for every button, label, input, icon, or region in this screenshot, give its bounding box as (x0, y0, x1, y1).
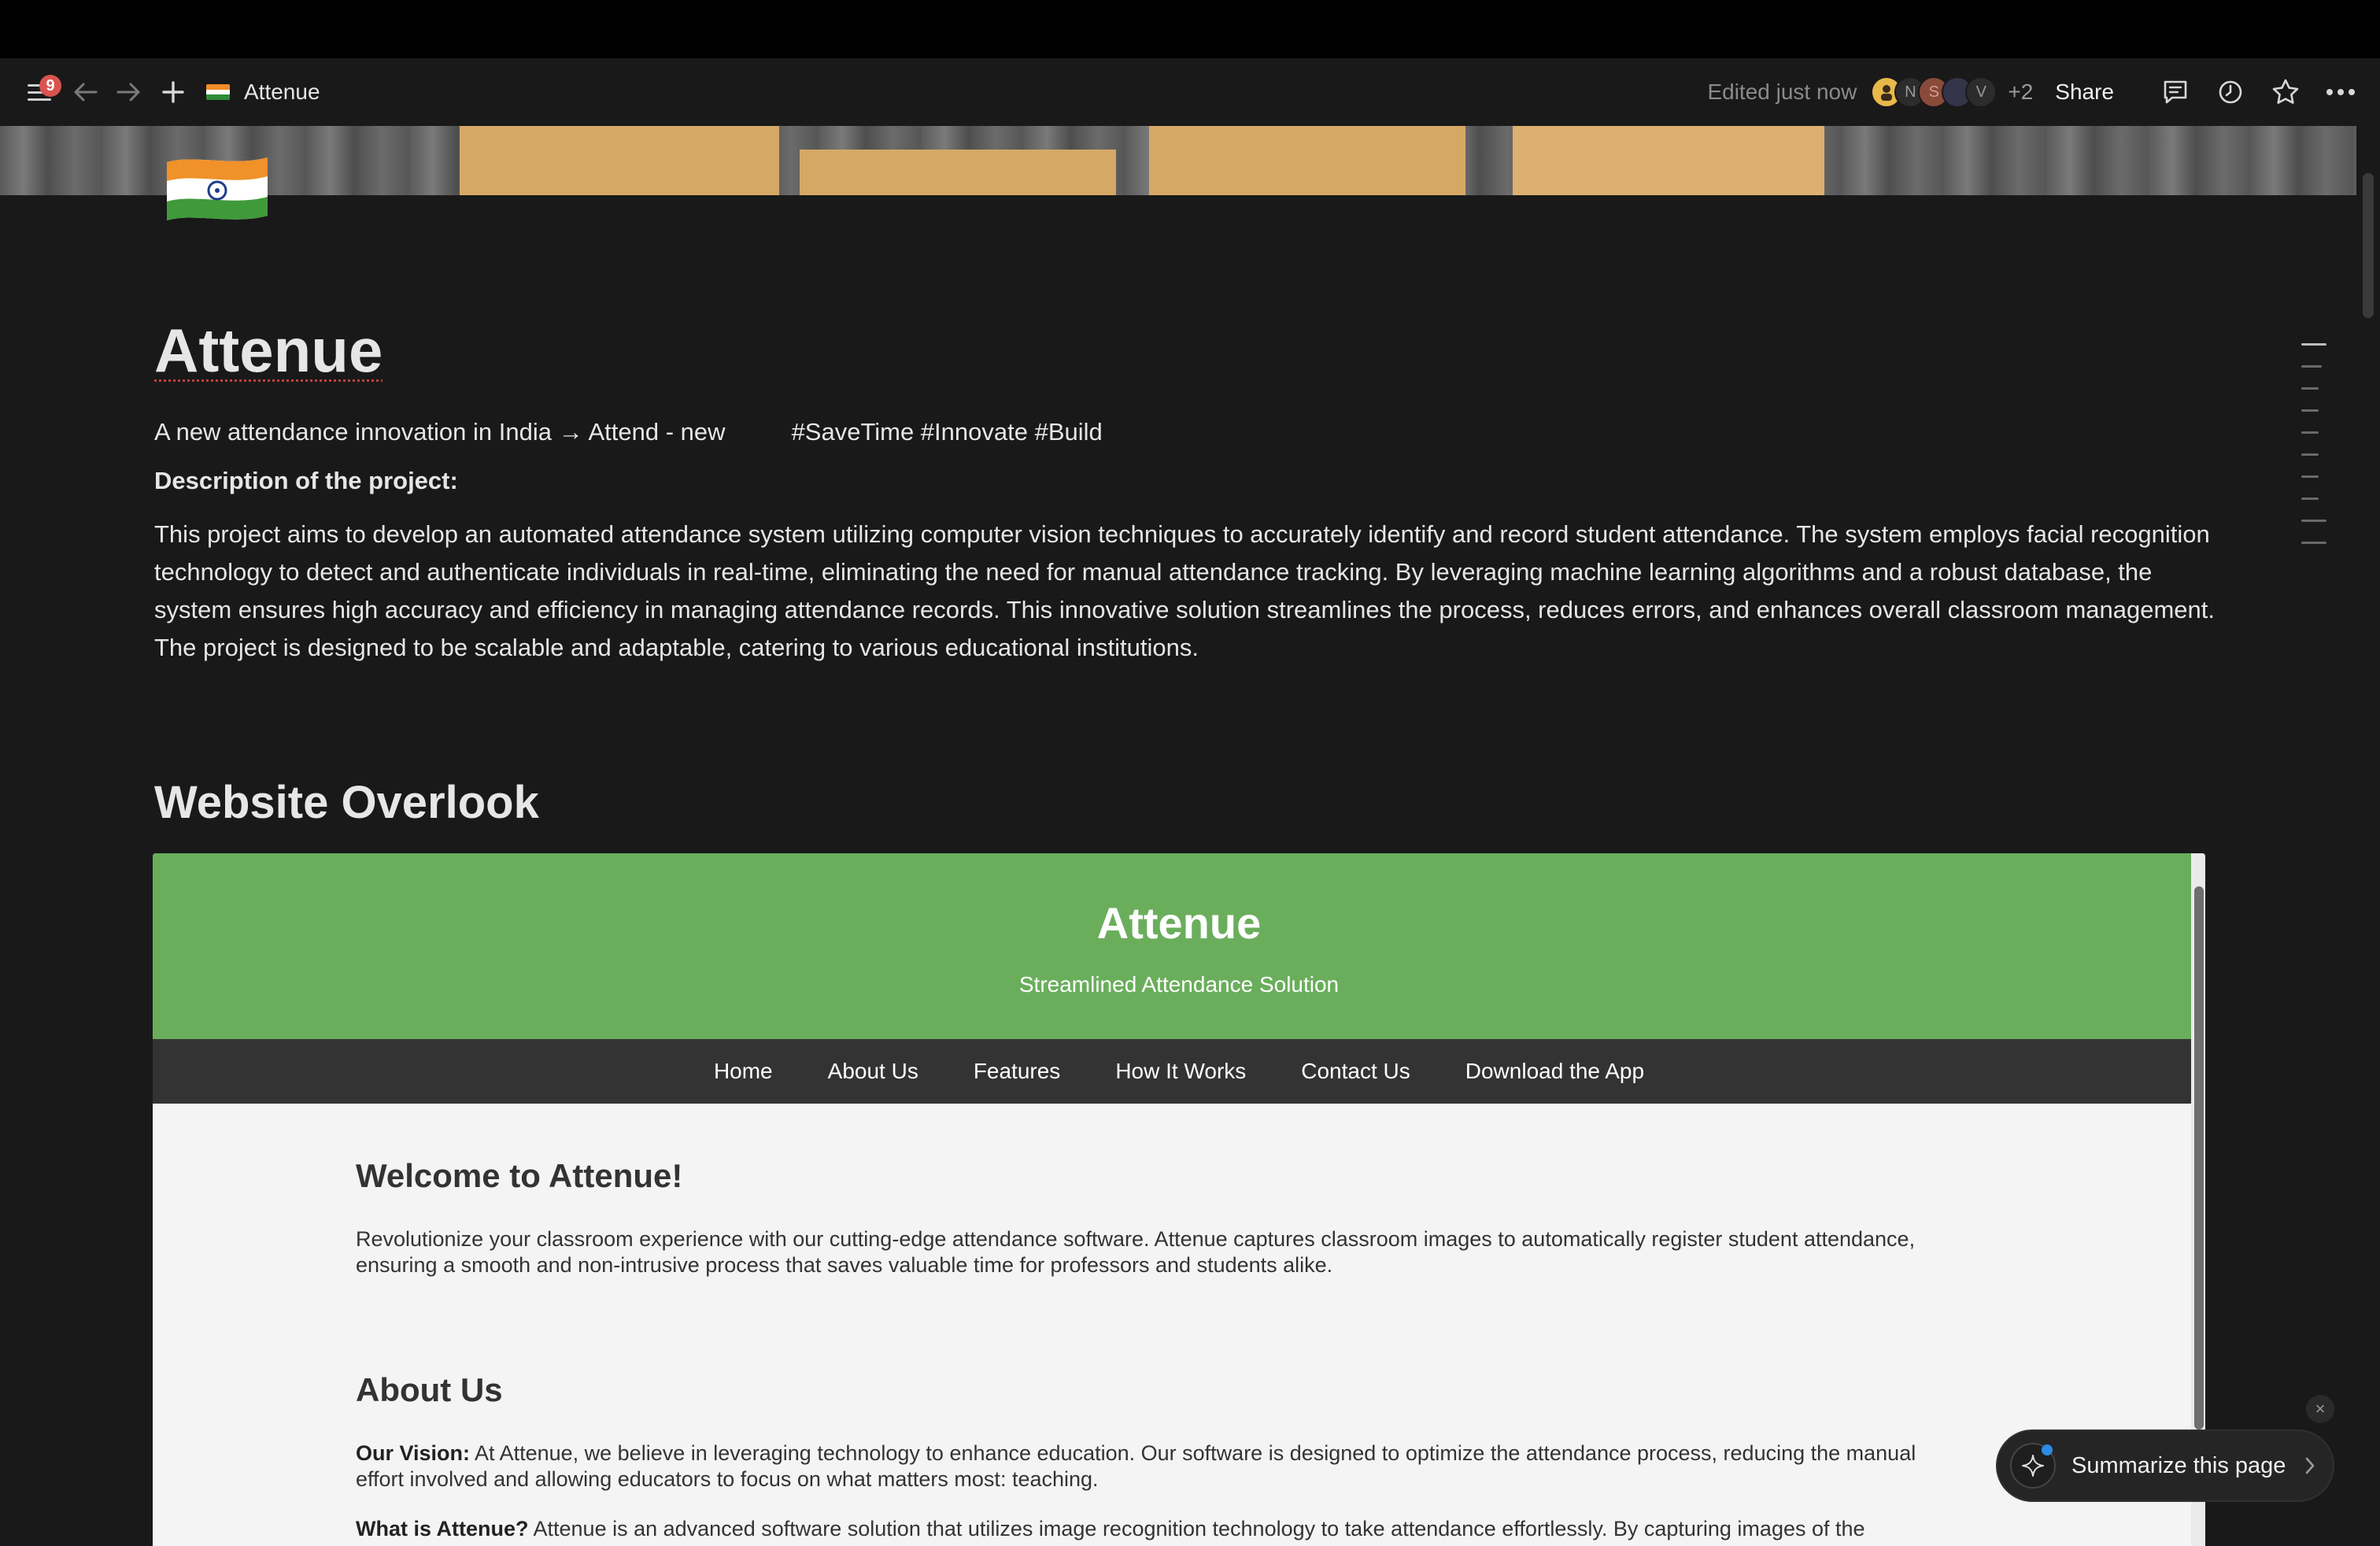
embed-site-subtitle: Streamlined Attendance Solution (1018, 972, 1340, 997)
table-of-contents-outline[interactable] (2301, 343, 2330, 564)
vision-label: Our Vision: (356, 1441, 471, 1465)
embed-nav-bar: Home About Us Features How It Works Cont… (153, 1039, 2205, 1104)
what-label: What is Attenue? (356, 1517, 529, 1540)
comments-button[interactable] (2156, 73, 2194, 111)
person-icon (1881, 85, 1893, 101)
breadcrumb[interactable]: Attenue (206, 80, 320, 105)
embed-header: Attenue Streamlined Attendance Solution (153, 853, 2205, 1039)
new-page-button[interactable] (154, 73, 192, 111)
comment-icon (2164, 80, 2187, 104)
what-paragraph: What is Attenue? Attenue is an advanced … (356, 1516, 1930, 1542)
cover-image[interactable] (0, 126, 2356, 195)
page-content: Attenue A new attendance innovation in I… (154, 315, 2216, 667)
favorite-button[interactable] (2267, 73, 2304, 111)
plus-icon (162, 81, 184, 103)
edited-status: Edited just now (1707, 80, 1857, 104)
website-embed[interactable]: Attenue Streamlined Attendance Solution … (153, 853, 2205, 1546)
share-button[interactable]: Share (2055, 80, 2114, 105)
back-arrow-icon (74, 83, 98, 102)
section-heading[interactable]: Website Overlook (154, 776, 539, 829)
sidebar-menu-button[interactable]: 9 (22, 73, 61, 111)
history-icon (2219, 80, 2242, 104)
page-title[interactable]: Attenue (154, 315, 2216, 386)
vision-paragraph: Our Vision: At Attenue, we believe in le… (356, 1441, 1930, 1492)
embed-nav-about[interactable]: About Us (828, 1059, 918, 1084)
embed-site-title: Attenue (1096, 898, 1262, 948)
embed-nav-download[interactable]: Download the App (1465, 1059, 1644, 1084)
ai-sparkle-icon (2010, 1443, 2056, 1489)
embed-nav-how-it-works[interactable]: How It Works (1115, 1059, 1246, 1084)
chevron-right-icon (2306, 1457, 2315, 1474)
page-scrollbar[interactable] (2363, 173, 2374, 318)
forward-button[interactable] (110, 73, 148, 111)
notification-badge: 9 (39, 75, 61, 97)
more-options-button[interactable] (2322, 73, 2360, 111)
description-paragraph[interactable]: This project aims to develop an automate… (154, 516, 2216, 667)
back-button[interactable] (66, 73, 104, 111)
breadcrumb-title: Attenue (244, 80, 320, 104)
embed-nav-contact[interactable]: Contact Us (1301, 1059, 1410, 1084)
extra-collaborators-count[interactable]: +2 (2008, 80, 2033, 105)
collaborator-avatars[interactable]: N S V (1871, 76, 1998, 108)
window-top-bar (0, 0, 2380, 58)
embed-body: Welcome to Attenue! Revolutionize your c… (153, 1157, 2205, 1542)
page-subtitle[interactable]: A new attendance innovation in India → A… (154, 418, 2216, 446)
summarize-page-button[interactable]: Summarize this page (1996, 1429, 2334, 1502)
star-icon (2272, 79, 2299, 104)
embed-scrollbar-thumb[interactable] (2194, 886, 2204, 1429)
embed-nav-home[interactable]: Home (714, 1059, 773, 1084)
vision-text: At Attenue, we believe in leveraging tec… (356, 1441, 1916, 1491)
india-flag-icon (167, 157, 268, 220)
hashtags: #SaveTime #Innovate #Build (791, 418, 1103, 446)
description-heading[interactable]: Description of the project: (154, 467, 2216, 495)
top-toolbar: 9 Attenue Edited just now N S V +2 Share (0, 58, 2380, 126)
page-icon-india-flag[interactable] (162, 151, 272, 230)
welcome-text: Revolutionize your classroom experience … (356, 1227, 1916, 1277)
avatar[interactable]: V (1965, 76, 1998, 108)
forward-arrow-icon (116, 83, 140, 102)
more-icon (2326, 89, 2355, 95)
what-text: Attenue is an advanced software solution… (533, 1517, 1865, 1540)
india-flag-icon (206, 84, 230, 100)
subtitle-text: A new attendance innovation in India → A… (154, 418, 726, 446)
new-indicator-dot (2042, 1444, 2053, 1455)
welcome-heading: Welcome to Attenue! (356, 1157, 683, 1194)
summarize-label: Summarize this page (2071, 1452, 2286, 1478)
summarize-close-button[interactable]: × (2306, 1395, 2334, 1423)
embed-nav-features[interactable]: Features (974, 1059, 1061, 1084)
about-heading: About Us (356, 1371, 503, 1408)
history-button[interactable] (2212, 73, 2249, 111)
